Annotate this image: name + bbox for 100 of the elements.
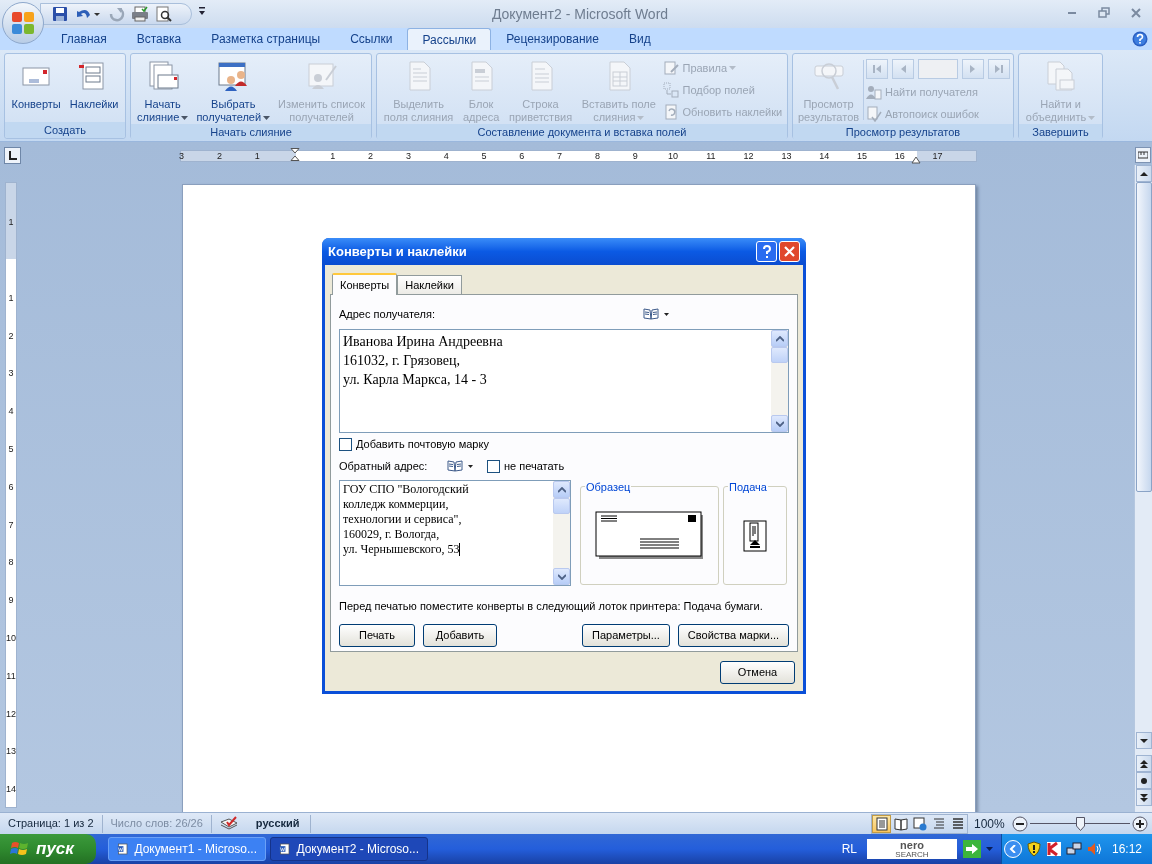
search-box[interactable]: nero SEARCH (866, 839, 957, 859)
view-button[interactable] (910, 814, 929, 833)
book-icon (447, 460, 463, 472)
scroll-up-button[interactable] (1135, 165, 1152, 182)
print-preview-button[interactable] (155, 6, 173, 22)
ribbon-button[interactable]: Начать слияние (135, 56, 191, 124)
checkbox-label: Добавить почтовую марку (356, 436, 489, 452)
antivirus-icon[interactable] (1045, 841, 1062, 857)
ruler-number: 13 (780, 150, 793, 162)
group-label: Просмотр результатов (793, 124, 1013, 140)
ribbon-button[interactable]: Конверты (9, 56, 63, 111)
ruler-number: 7 (556, 150, 564, 162)
clock[interactable]: 16:12 (1111, 840, 1142, 858)
help-button[interactable] (756, 241, 777, 262)
address-book-button[interactable] (643, 308, 669, 320)
checkbox[interactable] (487, 459, 500, 473)
people-list-icon (217, 60, 250, 92)
zoom-out-button[interactable] (1012, 815, 1028, 832)
plus-icon (1132, 815, 1148, 832)
help-button[interactable] (1132, 31, 1148, 47)
slider-thumb[interactable] (1075, 816, 1085, 831)
scroll-down-button[interactable] (1135, 732, 1152, 749)
page-count[interactable]: Страница: 1 из 2 (0, 815, 102, 832)
help-icon (1132, 31, 1148, 47)
book-icon (643, 308, 659, 320)
taskbar-button[interactable]: Документ1 - Microso... (108, 837, 266, 861)
envelope-preview-button[interactable] (594, 510, 705, 561)
show-hidden-icons-button[interactable] (1003, 840, 1022, 858)
dialog-button[interactable]: Свойства марки... (678, 623, 789, 647)
ribbon-tab[interactable]: Вид (613, 28, 666, 50)
zoom-level[interactable]: 100% (974, 814, 1012, 833)
go-button[interactable] (962, 840, 981, 858)
indent-marker-icon[interactable] (290, 148, 300, 161)
scroll-up-icon (775, 335, 784, 342)
ruler-number: 8 (7, 557, 15, 568)
dropdown-arrow-icon (198, 6, 206, 16)
instruction-text: Перед печатью поместите конверты в следующий лоток принтера: Подача бумаги. (339, 599, 764, 614)
start-button[interactable]: пуск (0, 834, 96, 864)
dialog-button[interactable]: Отмена (720, 661, 795, 684)
previous-page-button[interactable] (1135, 755, 1152, 772)
tab-selector-button[interactable] (4, 147, 21, 164)
next-page-icon (1139, 793, 1148, 802)
caret-icon (263, 115, 271, 121)
close-button[interactable] (779, 241, 800, 262)
ruler-number: 14 (5, 784, 17, 795)
dialog-tab[interactable]: Наклейки (397, 275, 462, 294)
scroll-thumb[interactable] (1135, 182, 1152, 492)
ribbon-tab[interactable]: Вставка (121, 28, 197, 50)
ruler-number: 17 (931, 150, 944, 162)
address-book-button[interactable] (447, 460, 473, 472)
checkbox[interactable] (339, 437, 352, 451)
dialog-button[interactable]: Печать (339, 623, 415, 647)
dropdown-arrow-icon[interactable] (985, 847, 993, 851)
ruler-number: 3 (7, 368, 15, 379)
language-indicator[interactable]: русский (245, 815, 310, 832)
right-indent-marker-icon[interactable] (911, 156, 921, 164)
speaker-icon[interactable] (1085, 841, 1102, 857)
ruler-number: 8 (593, 150, 601, 162)
save-icon (51, 6, 69, 22)
caret-icon (468, 464, 473, 468)
dialog-tab[interactable]: Конверты (332, 273, 398, 295)
ribbon-button[interactable]: Наклейки (67, 56, 121, 111)
ruler-number: 10 (5, 633, 17, 643)
ruler-number: 11 (705, 150, 717, 162)
scroll-thumb[interactable] (771, 347, 788, 363)
save-button[interactable] (51, 6, 69, 22)
reading-layout-icon (893, 816, 908, 831)
ruler-number: 3 (178, 150, 186, 162)
customize-toolbar-button[interactable] (198, 6, 206, 16)
shield-icon[interactable] (1025, 841, 1042, 857)
ribbon-tab[interactable]: Ссылки (335, 28, 408, 50)
taskbar-button[interactable]: Документ2 - Microso... (270, 837, 428, 861)
rule-document-icon (663, 60, 680, 76)
caret-icon (664, 312, 669, 316)
recipient-address-field[interactable]: Иванова Ирина Андреевна 161032, г. Грязовец, ул. Карла Маркса, 14 - 3 (339, 329, 789, 433)
scroll-thumb[interactable] (553, 498, 570, 514)
caret-icon (729, 66, 737, 72)
dialog-button[interactable]: Параметры... (582, 623, 670, 647)
keyboard-layout-indicator[interactable]: RL (841, 840, 857, 858)
return-address-field[interactable]: ГОУ СПО "Вологодский колледж коммерции, технологии и сервиса", 160029, г. Вологда, ул. Чернышевского, 53 (339, 480, 571, 586)
ribbon-tab[interactable]: Главная (46, 28, 122, 50)
network-icon[interactable] (1065, 841, 1082, 857)
print-button[interactable] (131, 6, 149, 22)
next-page-button[interactable] (1135, 789, 1152, 806)
ribbon-tab[interactable]: Разметка страницы (196, 28, 336, 50)
ribbon-tab[interactable]: Рецензирование (491, 28, 614, 50)
document-check-icon (866, 106, 882, 122)
view-ruler-button[interactable] (1135, 147, 1151, 163)
ruler-number: 3 (404, 150, 412, 162)
select-browse-object-button[interactable] (1135, 772, 1152, 789)
ribbon-button[interactable]: Выбрать получателей (194, 56, 273, 124)
scroll-down-icon (1139, 736, 1148, 745)
feed-method-button[interactable] (743, 519, 767, 552)
dialog-button[interactable]: Добавить (423, 623, 497, 647)
scroll-up-icon (1139, 169, 1148, 178)
zoom-slider[interactable] (1030, 815, 1130, 832)
ruler-number: 1 (253, 150, 261, 162)
ribbon-tab[interactable]: Рассылки (407, 28, 492, 50)
merge-documents-icon (1044, 60, 1077, 92)
zoom-in-button[interactable] (1132, 815, 1148, 832)
